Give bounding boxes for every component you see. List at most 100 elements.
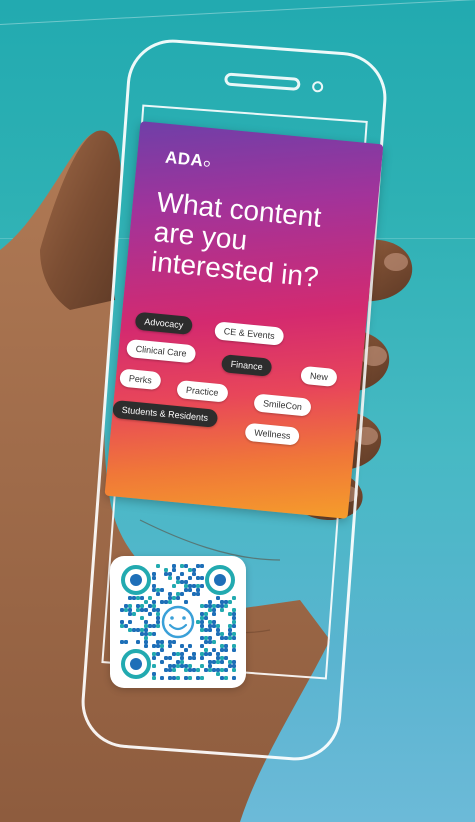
smiley-face-icon [161, 605, 195, 639]
qr-module [172, 596, 176, 600]
qr-module [184, 584, 188, 588]
qr-module [148, 596, 152, 600]
qr-module [232, 676, 236, 680]
qr-module [224, 676, 228, 680]
qr-module [212, 624, 216, 628]
qr-module [124, 604, 128, 608]
qr-module [172, 668, 176, 672]
qr-module [144, 632, 148, 636]
topic-chip-advocacy[interactable]: Advocacy [134, 311, 194, 336]
qr-module [208, 660, 212, 664]
qr-module [188, 576, 192, 580]
topic-chip-ce-events[interactable]: CE & Events [214, 321, 285, 346]
qr-module [180, 572, 184, 576]
qr-module [204, 604, 208, 608]
qr-module [204, 628, 208, 632]
qr-module [216, 656, 220, 660]
qr-module [208, 604, 212, 608]
qr-module [204, 652, 208, 656]
qr-module [128, 628, 132, 632]
qr-module [172, 568, 176, 572]
qr-module [200, 664, 204, 668]
qr-module [184, 648, 188, 652]
qr-module [192, 592, 196, 596]
qr-module [156, 608, 160, 612]
qr-module [176, 580, 180, 584]
qr-module [216, 652, 220, 656]
topic-chip-new[interactable]: New [300, 365, 338, 388]
qr-module [208, 620, 212, 624]
qr-module [176, 664, 180, 668]
thumb-shape [40, 130, 121, 310]
qr-module [224, 644, 228, 648]
qr-module [144, 624, 148, 628]
qr-module [208, 640, 212, 644]
qr-module [220, 600, 224, 604]
qr-module [164, 600, 168, 604]
qr-module [192, 652, 196, 656]
qr-module [160, 644, 164, 648]
topic-chip-finance[interactable]: Finance [220, 354, 273, 377]
topic-chip-clinical-care[interactable]: Clinical Care [125, 338, 197, 364]
qr-module [188, 588, 192, 592]
topic-chip-smilecon[interactable]: SmileCon [253, 393, 312, 417]
qr-module [188, 568, 192, 572]
qr-module [220, 648, 224, 652]
qr-module [184, 664, 188, 668]
qr-module [208, 652, 212, 656]
qr-module [168, 640, 172, 644]
qr-module [144, 620, 148, 624]
qr-module [120, 624, 124, 628]
qr-module [168, 596, 172, 600]
qr-module [168, 656, 172, 660]
qr-module [156, 644, 160, 648]
qr-module [196, 564, 200, 568]
qr-module [204, 636, 208, 640]
qr-module [196, 676, 200, 680]
qr-module [216, 624, 220, 628]
qr-module [140, 604, 144, 608]
qr-module [220, 676, 224, 680]
ada-content-card: ADA What content are you interested in? … [104, 121, 384, 519]
qr-module [212, 660, 216, 664]
qr-module [196, 588, 200, 592]
qr-module [168, 664, 172, 668]
topic-chip-perks[interactable]: Perks [119, 368, 162, 391]
qr-module [152, 576, 156, 580]
qr-code-icon[interactable] [120, 564, 236, 680]
topic-chip-wellness[interactable]: Wellness [244, 422, 301, 446]
qr-module [152, 632, 156, 636]
topic-chip-students-residents[interactable]: Students & Residents [112, 399, 218, 428]
qr-module [156, 652, 160, 656]
qr-module [200, 584, 204, 588]
qr-module [184, 600, 188, 604]
qr-module [132, 628, 136, 632]
qr-module [216, 672, 220, 676]
qr-module [160, 676, 164, 680]
qr-finder-top-left-dot [130, 574, 142, 586]
qr-finder-top-right-dot [214, 574, 226, 586]
qr-module [196, 592, 200, 596]
qr-module [180, 656, 184, 660]
qr-module [232, 596, 236, 600]
qr-module [140, 596, 144, 600]
qr-module [172, 564, 176, 568]
qr-module [156, 564, 160, 568]
topic-chip-practice[interactable]: Practice [176, 379, 229, 403]
qr-module [120, 620, 124, 624]
qr-module [136, 596, 140, 600]
qr-module [228, 632, 232, 636]
qr-module [196, 576, 200, 580]
qr-module [188, 656, 192, 660]
qr-module [208, 628, 212, 632]
qr-module [180, 592, 184, 596]
fingernail [384, 253, 408, 271]
qr-module [152, 652, 156, 656]
background-scene: ADA What content are you interested in? … [0, 0, 475, 822]
qr-module [212, 668, 216, 672]
qr-module [188, 584, 192, 588]
qr-module [136, 604, 140, 608]
qr-module [136, 640, 140, 644]
qr-module [160, 648, 164, 652]
qr-code-badge[interactable] [110, 556, 246, 688]
